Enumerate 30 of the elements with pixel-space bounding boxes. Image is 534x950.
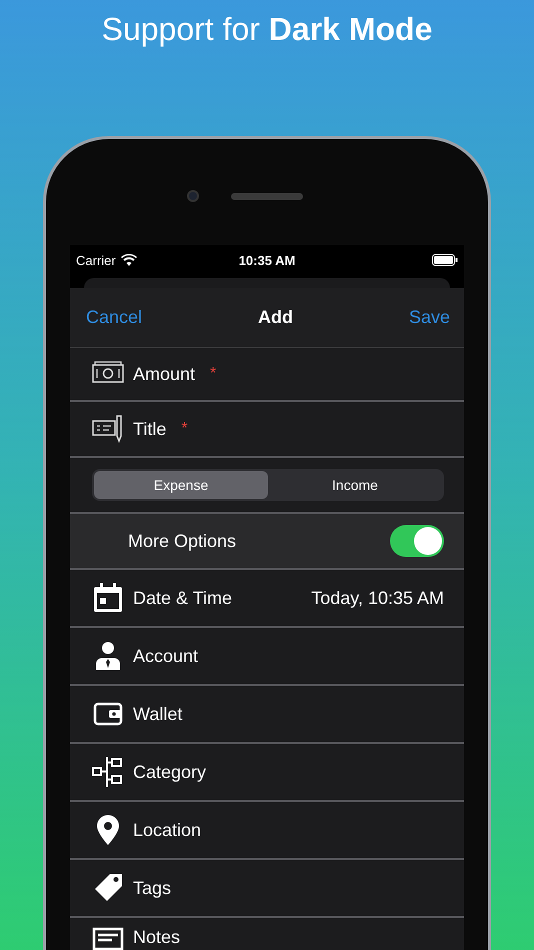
battery-icon: [432, 254, 458, 266]
cancel-button[interactable]: Cancel: [86, 307, 142, 328]
headline: Support for Dark Mode: [102, 10, 432, 48]
row-value: Today, 10:35 AM: [311, 588, 444, 608]
carrier-label: Carrier: [76, 252, 116, 268]
row-label[interactable]: Notes: [133, 927, 180, 948]
row-label[interactable]: Location: [133, 820, 202, 840]
save-button[interactable]: Save: [408, 307, 450, 328]
segment-tab[interactable]: Expense: [94, 471, 268, 499]
note-icon: [92, 927, 124, 950]
speaker-grille: [231, 192, 303, 200]
field-label[interactable]: Amount: [133, 364, 196, 384]
sheet-title: Add: [258, 307, 293, 328]
camera-icon: [187, 190, 199, 202]
field-label[interactable]: Title: [133, 418, 166, 440]
more-options-label: More Options: [128, 530, 236, 552]
segment-tab[interactable]: Income: [268, 471, 442, 499]
required-mark: *: [210, 365, 216, 383]
row-label[interactable]: Category: [133, 762, 206, 782]
cheque-icon: [92, 413, 124, 445]
hierarchy-icon: [92, 756, 124, 788]
row-label[interactable]: Account: [133, 646, 198, 666]
calendar-icon: [92, 582, 124, 614]
row-label[interactable]: Date & Time: [133, 588, 232, 608]
row-label[interactable]: Tags: [133, 878, 172, 898]
required-mark: *: [181, 420, 188, 438]
toggle-switch[interactable]: [390, 525, 444, 557]
status-time: 10:35 AM: [238, 252, 296, 268]
wifi-icon: [120, 254, 137, 266]
row-label[interactable]: Wallet: [133, 704, 182, 724]
